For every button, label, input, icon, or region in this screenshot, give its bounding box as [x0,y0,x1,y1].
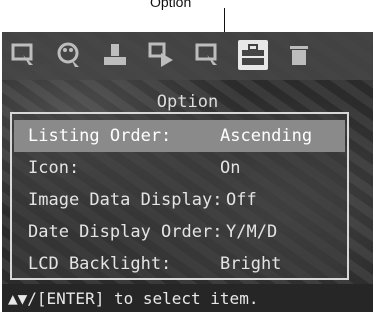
option-menu: Listing Order: Ascending Icon: On Image … [10,112,349,280]
menu-item-listing-order[interactable]: Listing Order: Ascending [14,120,345,152]
palette-icon[interactable] [54,40,84,70]
menu-item-value: Bright [220,254,282,274]
magnify-icon[interactable] [8,40,38,70]
menu-item-label: Icon: [28,158,80,178]
menu-item-lcd-backlight[interactable]: LCD Backlight: Bright [14,248,345,280]
menu-item-value: On [220,158,241,178]
menu-item-value: Ascending [220,126,313,146]
menu-item-label: Image Data Display: [28,190,223,210]
menu-item-label: Listing Order: [28,126,172,146]
print-icon[interactable] [100,40,130,70]
menu-item-date-display-order[interactable]: Date Display Order: Y/M/D [14,216,345,248]
status-hint: ▲▼/[ENTER] to select item. [2,284,373,312]
menu-item-icon[interactable]: Icon: On [14,152,345,184]
menu-item-image-data-display[interactable]: Image Data Display: Off [14,184,345,216]
magnify-icon[interactable] [192,40,222,70]
callout-label: Option [150,0,192,10]
menu-item-value: Y/M/D [226,222,278,242]
slideshow-icon[interactable] [146,40,176,70]
lcd-screen: Option Listing Order: Ascending Icon: On… [2,32,373,312]
toolbar [2,32,373,80]
menu-item-label: LCD Backlight: [28,254,172,274]
menu-item-label: Date Display Order: [28,222,223,242]
toolbox-icon[interactable] [238,40,268,70]
trash-icon[interactable] [284,40,314,70]
menu-item-value: Off [226,190,257,210]
menu-title: Option [156,92,219,112]
